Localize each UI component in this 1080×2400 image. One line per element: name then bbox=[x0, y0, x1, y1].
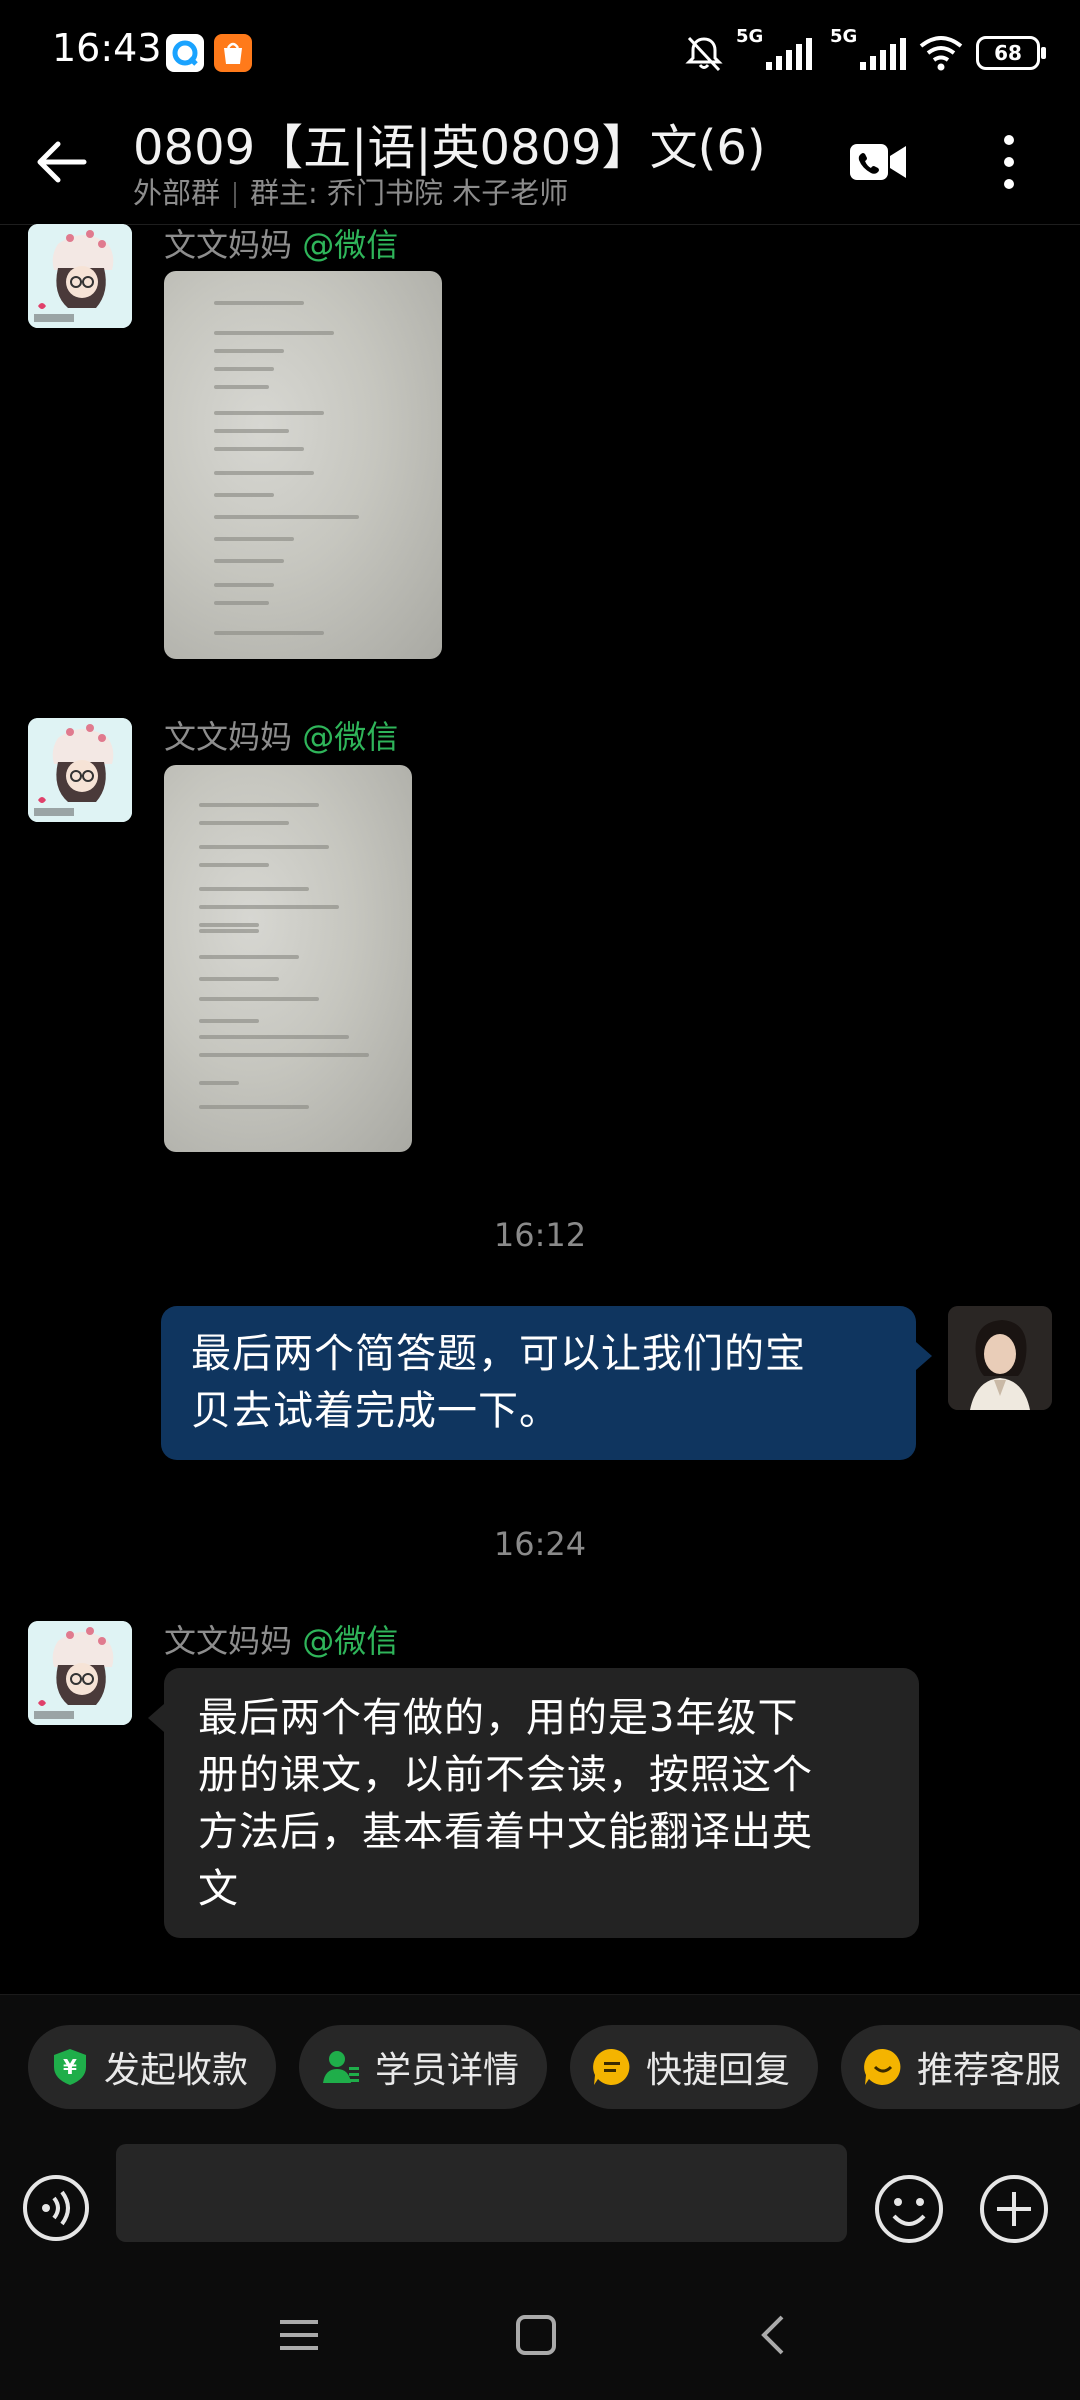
signal-icon: 5G bbox=[830, 26, 906, 70]
start-payment-button[interactable]: ¥ 发起收款 bbox=[28, 2025, 276, 2109]
image-message[interactable] bbox=[164, 765, 412, 1152]
status-time: 16:43 bbox=[52, 26, 162, 70]
qq-browser-icon bbox=[166, 34, 204, 72]
recommend-service-icon bbox=[863, 2047, 903, 2087]
sender-source: @微信 bbox=[302, 1622, 399, 1660]
quick-reply-button[interactable]: 快捷回复 bbox=[570, 2025, 818, 2109]
chat-header: 0809【五|语|英0809】文(6) 外部群 群主: 乔门书院 木子老师 bbox=[0, 100, 1080, 225]
chip-label: 快捷回复 bbox=[646, 2050, 791, 2091]
mute-bell-icon bbox=[685, 36, 723, 72]
chip-label: 推荐客服 bbox=[917, 2050, 1062, 2091]
bubble-tail bbox=[916, 1342, 932, 1370]
sender-nickname: 文文妈妈 bbox=[164, 1622, 293, 1660]
menu-icon bbox=[280, 2320, 318, 2350]
sender-source: @微信 bbox=[302, 226, 399, 264]
group-owner: 群主: 乔门书院 木子老师 bbox=[250, 176, 569, 210]
bubble-tail bbox=[148, 1704, 164, 1732]
payment-shield-icon: ¥ bbox=[50, 2047, 90, 2087]
back-button[interactable] bbox=[30, 130, 94, 194]
sender-avatar[interactable] bbox=[28, 1621, 132, 1725]
chip-label: 发起收款 bbox=[104, 2050, 249, 2091]
recent-apps-button[interactable] bbox=[276, 2312, 322, 2358]
home-button[interactable] bbox=[513, 2312, 559, 2358]
sender-avatar[interactable] bbox=[28, 224, 132, 328]
sender-name: 文文妈妈 @微信 bbox=[164, 220, 398, 266]
recommend-service-button[interactable]: 推荐客服 bbox=[841, 2025, 1080, 2109]
sender-name: 文文妈妈 @微信 bbox=[164, 712, 398, 758]
arrow-left-icon bbox=[37, 141, 87, 183]
cartoon-avatar-icon bbox=[28, 224, 132, 328]
svg-text:¥: ¥ bbox=[63, 2055, 77, 2079]
signal-icon: 5G bbox=[736, 26, 812, 70]
more-options-button[interactable] bbox=[985, 130, 1033, 194]
more-functions-button[interactable] bbox=[979, 2174, 1049, 2244]
taobao-icon bbox=[214, 34, 252, 72]
smiley-icon bbox=[875, 2175, 943, 2243]
message-text-line: 贝去试着完成一下。 bbox=[191, 1388, 560, 1434]
timestamp: 16:24 bbox=[493, 1525, 587, 1563]
system-nav-bar bbox=[0, 2270, 1080, 2400]
message-text-line: 文 bbox=[198, 1866, 239, 1912]
battery-level: 68 bbox=[994, 41, 1022, 65]
message-text-line: 方法后，基本看着中文能翻译出英 bbox=[198, 1809, 813, 1855]
message-text-line: 册的课文，以前不会读，按照这个 bbox=[198, 1752, 813, 1798]
student-profile-icon bbox=[321, 2047, 361, 2087]
cartoon-avatar-icon bbox=[28, 718, 132, 822]
status-icons: 5G 5G 68 bbox=[684, 26, 1046, 78]
incoming-text-bubble[interactable]: 最后两个有做的，用的是3年级下 册的课文，以前不会读，按照这个 方法后，基本看着… bbox=[164, 1668, 919, 1938]
sender-source: @微信 bbox=[302, 718, 399, 756]
battery-icon: 68 bbox=[976, 36, 1046, 70]
video-camera-icon bbox=[850, 144, 906, 180]
group-type: 外部群 bbox=[133, 176, 221, 210]
wifi-icon bbox=[919, 36, 963, 71]
voice-input-button[interactable] bbox=[22, 2174, 90, 2242]
message-text-line: 最后两个简答题，可以让我们的宝 bbox=[191, 1331, 806, 1377]
sender-avatar[interactable] bbox=[28, 718, 132, 822]
student-details-button[interactable]: 学员详情 bbox=[299, 2025, 547, 2109]
voice-icon bbox=[23, 2175, 89, 2241]
quick-actions-bar: ¥ 发起收款 学员详情 快捷回复 推荐客服 bbox=[0, 1994, 1080, 2141]
status-bar: 16:43 5G 5G 68 bbox=[0, 0, 1080, 100]
signal-1-label: 5G bbox=[736, 26, 764, 47]
divider bbox=[234, 182, 237, 208]
outgoing-text-bubble[interactable]: 最后两个简答题，可以让我们的宝 贝去试着完成一下。 bbox=[161, 1306, 916, 1460]
chat-subtitle: 外部群 群主: 乔门书院 木子老师 bbox=[133, 170, 568, 212]
quick-reply-icon bbox=[592, 2047, 632, 2087]
more-vertical-icon bbox=[1004, 135, 1014, 189]
cartoon-avatar-icon bbox=[28, 1621, 132, 1725]
sender-nickname: 文文妈妈 bbox=[164, 226, 293, 264]
portrait-avatar-icon bbox=[948, 1306, 1052, 1410]
signal-2-label: 5G bbox=[830, 26, 858, 47]
chevron-left-icon bbox=[761, 2315, 784, 2355]
sender-nickname: 文文妈妈 bbox=[164, 718, 293, 756]
timestamp: 16:12 bbox=[493, 1216, 587, 1254]
image-message[interactable] bbox=[164, 271, 442, 659]
sender-name: 文文妈妈 @微信 bbox=[164, 1616, 398, 1662]
emoji-button[interactable] bbox=[874, 2174, 944, 2244]
chip-label: 学员详情 bbox=[375, 2050, 520, 2091]
system-back-button[interactable] bbox=[752, 2312, 798, 2358]
square-icon bbox=[516, 2315, 556, 2355]
video-call-button[interactable] bbox=[848, 138, 908, 186]
message-input[interactable] bbox=[116, 2144, 847, 2242]
my-avatar[interactable] bbox=[948, 1306, 1052, 1410]
plus-circle-icon bbox=[980, 2175, 1048, 2243]
chat-title: 0809【五|语|英0809】文(6) bbox=[133, 120, 766, 176]
message-text-line: 最后两个有做的，用的是3年级下 bbox=[198, 1695, 799, 1741]
